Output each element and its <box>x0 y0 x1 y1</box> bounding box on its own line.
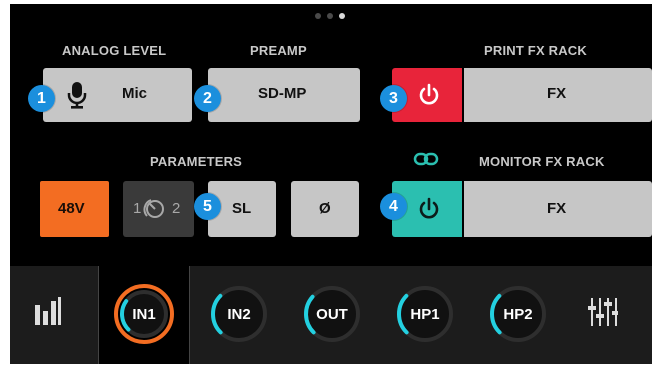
callout-badge-5: 5 <box>194 193 221 220</box>
page-dot[interactable] <box>315 13 321 19</box>
analog-level-button[interactable]: Mic <box>43 68 192 122</box>
callout-badge-2: 2 <box>194 85 221 112</box>
knob-label: IN1 <box>132 305 156 323</box>
analog-level-title: ANALOG LEVEL <box>62 43 167 58</box>
monitor-fx-rack-title: MONITOR FX RACK <box>479 154 605 169</box>
gain-range-button[interactable]: 1 2 <box>123 181 194 237</box>
page-indicator[interactable] <box>315 13 345 21</box>
knob-hp1[interactable]: HP1 <box>394 283 456 345</box>
phantom-48v-label: 48V <box>58 200 85 217</box>
link-icon[interactable] <box>413 151 439 167</box>
meters-icon[interactable] <box>34 297 62 330</box>
knob-in2[interactable]: IN2 <box>208 283 270 345</box>
sl-label: SL <box>232 200 252 217</box>
print-fx-rack-title: PRINT FX RACK <box>484 43 587 58</box>
phase-invert-button[interactable]: Ø <box>291 181 359 237</box>
knob-label: HP2 <box>503 305 533 323</box>
knob-icon <box>143 198 167 224</box>
callout-badge-3: 3 <box>380 85 407 112</box>
monitor-fx-label: FX <box>547 200 567 217</box>
callout-badge-4: 4 <box>380 193 407 220</box>
microphone-icon <box>67 81 87 113</box>
knob-label: IN2 <box>227 305 251 323</box>
parameters-title: PARAMETERS <box>150 154 243 169</box>
phase-invert-label: Ø <box>319 200 331 217</box>
preamp-model-value: SD-MP <box>258 85 307 102</box>
phantom-48v-button[interactable]: 48V <box>40 181 109 237</box>
knob-in1[interactable]: IN1 <box>113 283 175 345</box>
power-icon <box>418 197 440 225</box>
gain-range-left: 1 <box>133 200 142 217</box>
knob-hp2[interactable]: HP2 <box>487 283 549 345</box>
preamp-model-button[interactable]: SD-MP <box>208 68 360 122</box>
knob-label: HP1 <box>410 305 440 323</box>
analog-level-value: Mic <box>122 85 148 102</box>
device-screen: ANALOG LEVEL PREAMP PRINT FX RACK PARAME… <box>10 4 652 364</box>
power-icon <box>418 83 440 111</box>
print-fx-rack-button[interactable]: FX <box>464 68 652 122</box>
monitor-fx-rack-button[interactable]: FX <box>464 181 652 237</box>
page-dot-active[interactable] <box>339 13 345 19</box>
gain-range-right: 2 <box>172 200 181 217</box>
preamp-title: PREAMP <box>250 43 307 58</box>
knob-label: OUT <box>316 305 348 323</box>
print-fx-label: FX <box>547 85 567 102</box>
knob-out[interactable]: OUT <box>301 283 363 345</box>
mixer-faders-icon[interactable] <box>588 298 618 331</box>
callout-badge-1: 1 <box>28 85 55 112</box>
page-dot[interactable] <box>327 13 333 19</box>
